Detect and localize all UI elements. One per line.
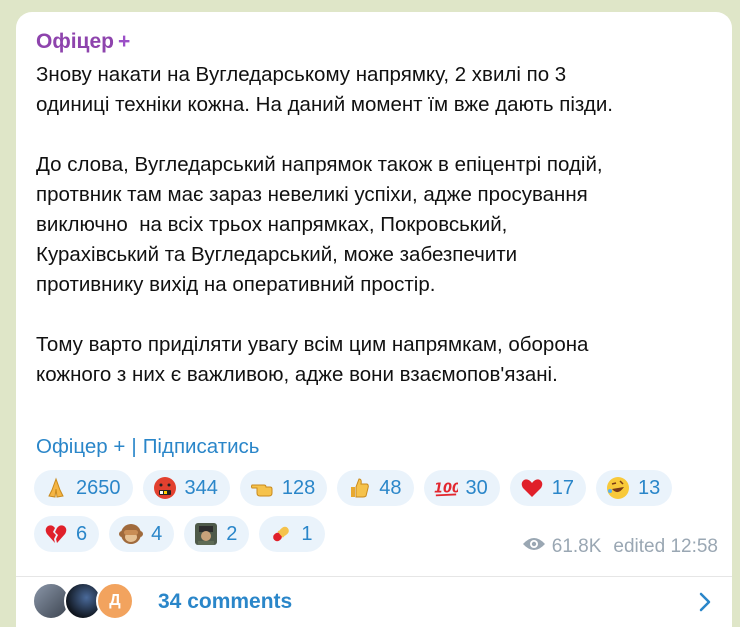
reaction-count: 13 bbox=[638, 476, 661, 499]
message-paragraph-2: До слова, Вугледарський напрямок також в… bbox=[36, 153, 603, 296]
reactions-row-1: 2650 344 128 48 10 30 17 13 bbox=[34, 470, 724, 506]
thumbs-up-icon bbox=[347, 476, 371, 500]
see-no-evil-monkey-icon bbox=[119, 522, 144, 546]
reaction-count: 30 bbox=[465, 476, 488, 499]
reaction-see-no-evil-monkey[interactable]: 4 bbox=[109, 516, 175, 552]
reaction-count: 6 bbox=[76, 522, 88, 545]
reaction-count: 128 bbox=[281, 476, 316, 499]
reaction-count: 344 bbox=[184, 476, 218, 499]
reaction-custom-sticker[interactable]: 2 bbox=[184, 516, 250, 552]
views-count: 61.8K bbox=[551, 536, 602, 557]
custom-sticker-icon bbox=[194, 522, 218, 546]
reaction-hundred-points[interactable]: 100 30 bbox=[423, 470, 500, 506]
reaction-count: 17 bbox=[551, 476, 574, 499]
reaction-count: 4 bbox=[151, 522, 163, 545]
broken-heart-icon bbox=[44, 522, 68, 546]
reaction-count: 2650 bbox=[76, 476, 121, 499]
reaction-broken-heart[interactable]: 6 bbox=[34, 516, 100, 552]
message-body: Знову накати на Вугледарському напрямку,… bbox=[36, 60, 716, 390]
channel-title[interactable]: Офіцер + bbox=[36, 30, 130, 54]
chevron-right-icon[interactable] bbox=[698, 591, 712, 618]
rofl-face-icon bbox=[606, 476, 630, 500]
channel-name[interactable]: Офіцер bbox=[36, 30, 114, 53]
red-heart-icon bbox=[520, 476, 544, 500]
eye-icon bbox=[522, 536, 546, 558]
channel-plus-badge: + bbox=[117, 30, 131, 53]
link-separator: | bbox=[131, 435, 137, 458]
message-meta: 61.8K edited 12:58 bbox=[522, 536, 718, 558]
reaction-count: 2 bbox=[226, 522, 238, 545]
reaction-thumbs-up[interactable]: 48 bbox=[337, 470, 414, 506]
reaction-red-heart[interactable]: 17 bbox=[509, 470, 586, 506]
reaction-folded-hands[interactable]: 2650 bbox=[34, 470, 133, 506]
reaction-pointing-hand[interactable]: 128 bbox=[239, 470, 328, 506]
signature-links: Офіцер + | Підписатись bbox=[36, 435, 259, 459]
commenter-avatars: Д bbox=[32, 582, 142, 622]
reaction-count: 48 bbox=[379, 476, 402, 499]
reaction-pill[interactable]: 1 bbox=[259, 516, 325, 552]
message-paragraph-1: Знову накати на Вугледарському напрямку,… bbox=[36, 63, 613, 116]
pill-icon bbox=[269, 522, 293, 546]
footer-channel-link[interactable]: Офіцер + bbox=[36, 435, 125, 458]
avatar: Д bbox=[96, 582, 134, 620]
reaction-cursing-face[interactable]: 344 bbox=[142, 470, 230, 506]
reaction-rofl-face[interactable]: 13 bbox=[596, 470, 673, 506]
message-card: Офіцер + Знову накати на Вугледарському н… bbox=[16, 12, 732, 627]
message-paragraph-3: Тому варто приділяти увагу всім цим напр… bbox=[36, 333, 589, 386]
hundred-points-icon: 100 bbox=[434, 476, 458, 500]
subscribe-link[interactable]: Підписатись bbox=[143, 435, 260, 458]
reaction-count: 1 bbox=[301, 522, 313, 545]
folded-hands-icon bbox=[44, 476, 68, 500]
pointing-hand-icon bbox=[250, 476, 274, 500]
comments-bar[interactable]: Д 34 comments bbox=[16, 577, 732, 627]
edited-timestamp: edited 12:58 bbox=[613, 536, 718, 557]
cursing-face-icon bbox=[153, 476, 177, 500]
comments-count-label[interactable]: 34 comments bbox=[158, 590, 292, 614]
